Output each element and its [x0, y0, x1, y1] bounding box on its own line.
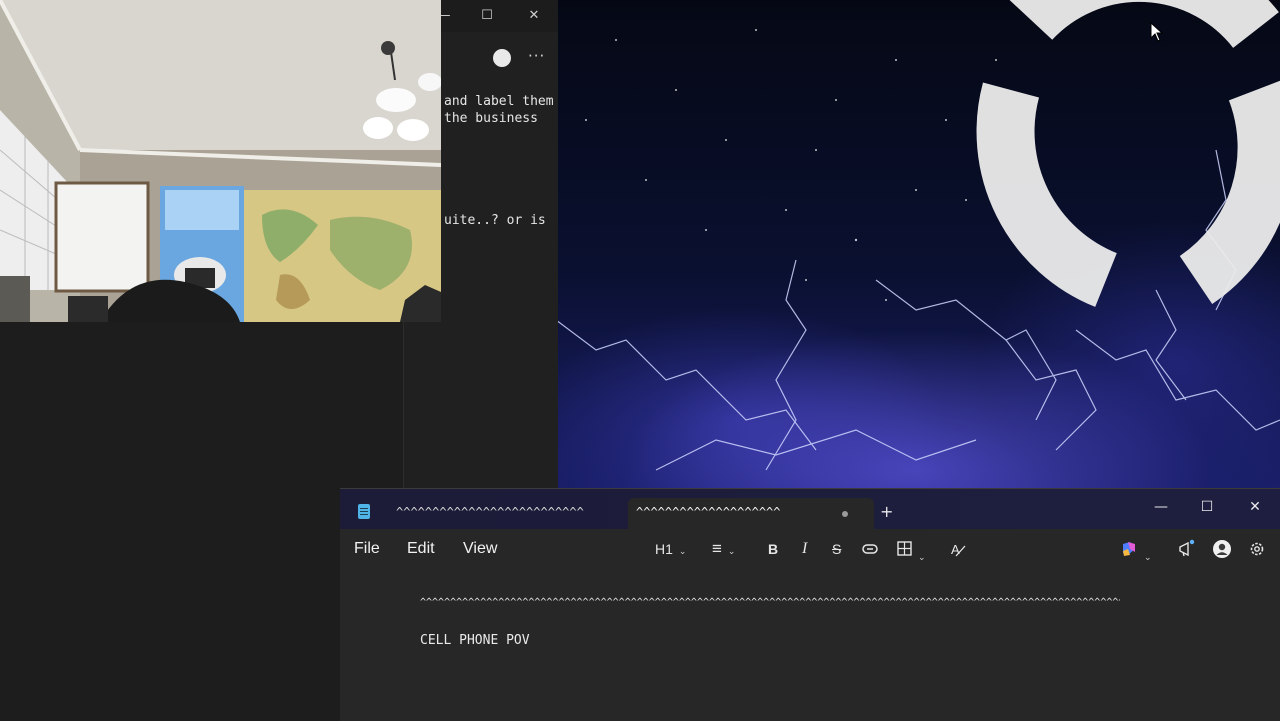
table-dropdown[interactable]: ⌄ [897, 538, 926, 562]
menu-view[interactable]: View [463, 540, 497, 558]
feedback-button[interactable] [1178, 538, 1196, 560]
unsaved-dot-icon [842, 511, 848, 517]
minimize-button[interactable]: — [1146, 494, 1176, 520]
chevron-down-icon: ⌄ [727, 546, 736, 556]
megaphone-icon [1179, 539, 1195, 557]
notepad-window: ^^^^^^^^^^^^^^^^^^^^^^^^^^ ^^^^^^^^^^^^^… [340, 488, 1280, 721]
italic-button[interactable]: I [802, 538, 807, 560]
bold-button[interactable]: B [768, 538, 778, 560]
new-tab-button[interactable]: + [880, 502, 893, 521]
chevron-down-icon: ⌄ [1144, 552, 1152, 562]
list-icon: ≡ [712, 539, 722, 558]
strikethrough-button[interactable]: S [832, 538, 841, 560]
clear-format-icon[interactable]: A [950, 538, 966, 560]
copilot-dropdown[interactable]: ⌄ [1120, 538, 1152, 562]
menu-file[interactable]: File [354, 540, 380, 558]
menu-edit[interactable]: Edit [407, 540, 435, 558]
mouse-cursor-icon [1150, 22, 1164, 42]
chevron-down-icon: ⌄ [678, 546, 687, 556]
heading-label: H1 [655, 541, 673, 557]
background-text-line: uite..? or is [444, 213, 546, 228]
table-icon [897, 541, 912, 556]
more-options-icon[interactable]: ··· [528, 47, 545, 65]
tab-title: ^^^^^^^^^^^^^^^^^^^^ [636, 505, 781, 519]
close-icon[interactable]: ✕ [524, 6, 544, 26]
maximize-icon[interactable]: ☐ [477, 6, 497, 26]
tab-title: ^^^^^^^^^^^^^^^^^^^^^^^^^^ [396, 505, 584, 519]
svg-text:A: A [951, 542, 960, 557]
heading-dropdown[interactable]: H1 ⌄ [655, 538, 686, 560]
account-avatar[interactable] [1212, 538, 1232, 560]
close-button[interactable]: ✕ [1240, 494, 1270, 520]
editor-line-carets: ^^^^^^^^^^^^^^^^^^^^^^^^^^^^^^^^^^^^^^^^… [420, 597, 1120, 608]
background-text-line: the business [444, 111, 538, 126]
webcam-overlay [0, 0, 441, 322]
notepad-app-icon [358, 504, 370, 519]
background-text-line: and label them [444, 94, 554, 109]
notepad-titlebar: ^^^^^^^^^^^^^^^^^^^^^^^^^^ ^^^^^^^^^^^^^… [340, 489, 1280, 529]
chevron-down-icon: ⌄ [918, 552, 926, 562]
avatar[interactable] [493, 49, 511, 67]
tab-document-2[interactable]: ^^^^^^^^^^^^^^^^^^^^ [628, 498, 874, 529]
gear-icon[interactable] [1248, 538, 1266, 560]
notepad-editor[interactable]: ^^^^^^^^^^^^^^^^^^^^^^^^^^^^^^^^^^^^^^^^… [340, 569, 1280, 721]
link-icon[interactable] [862, 538, 878, 560]
editor-line-title: CELL PHONE POV [420, 633, 530, 648]
maximize-button[interactable]: ☐ [1192, 494, 1222, 520]
desktop-wallpaper [556, 0, 1280, 490]
copilot-icon [1123, 542, 1135, 556]
notepad-menubar: File Edit View H1 ⌄ ≡ ⌄ B I S ⌄ A ⌄ [340, 529, 1280, 569]
list-dropdown[interactable]: ≡ ⌄ [712, 538, 735, 560]
